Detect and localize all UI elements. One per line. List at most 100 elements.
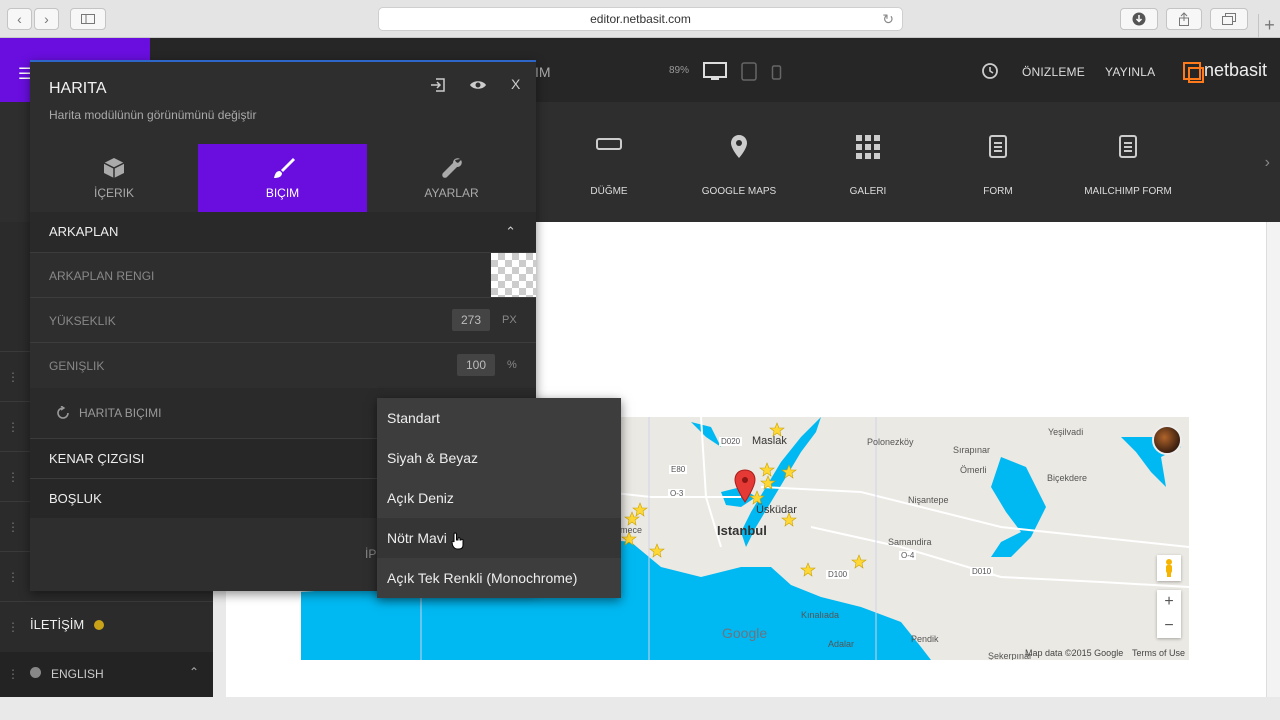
panel-subtitle: Harita modülünün görünümünü değiştir <box>49 108 257 122</box>
dropdown-option[interactable]: Açık Tek Renkli (Monochrome) <box>377 558 621 598</box>
mobile-icon[interactable] <box>771 62 783 82</box>
module-label: DÜĞME <box>590 186 628 197</box>
chevron-up-icon[interactable]: ⌃ <box>189 665 199 679</box>
browser-toolbar: ‹ › editor.netbasit.com ↻ + <box>0 0 1280 38</box>
netbasit-logo: netbasit <box>1183 60 1268 83</box>
dropdown-option[interactable]: Siyah & Beyaz <box>377 438 621 478</box>
drag-handle-icon[interactable]: ⋮ <box>7 620 19 634</box>
map-label: Samandira <box>888 537 932 547</box>
globe-icon <box>30 667 41 678</box>
tab-content[interactable]: İÇERIK <box>30 144 198 212</box>
wrench-icon <box>441 158 462 178</box>
map-label: mece <box>620 525 643 535</box>
forward-button[interactable]: › <box>34 8 59 30</box>
section-title: BOŞLUK <box>49 491 102 506</box>
road-label: O-4 <box>899 551 917 560</box>
bg-color-row: ARKAPLAN RENGI <box>30 252 536 298</box>
refresh-icon[interactable] <box>56 406 70 420</box>
page-title-fragment: IM <box>535 64 551 80</box>
preview-button[interactable]: ÖNIZLEME <box>1022 65 1085 79</box>
dropdown-option[interactable]: Nötr Mavi <box>377 518 621 558</box>
street-view-button[interactable] <box>1157 555 1181 581</box>
module-form[interactable]: FORM <box>938 102 1058 222</box>
map-label: Ömerli <box>960 465 987 475</box>
tabs-icon <box>1222 13 1236 25</box>
publish-button[interactable]: YAYINLA <box>1105 65 1155 79</box>
back-button[interactable]: ‹ <box>7 8 32 30</box>
canvas-scrollbar[interactable] <box>1266 222 1280 697</box>
road-label: E80 <box>669 465 688 474</box>
drag-handle-icon[interactable]: ⋮ <box>7 570 19 584</box>
color-swatch[interactable] <box>491 253 536 298</box>
dropdown-option[interactable]: Standart <box>377 398 621 438</box>
field-label: ARKAPLAN RENGI <box>49 269 155 283</box>
info-icon[interactable] <box>94 619 105 630</box>
module-mailchimp-form[interactable]: MAILCHIMP FORM <box>1068 102 1188 222</box>
brush-icon <box>273 158 295 178</box>
share-icon <box>1179 12 1189 26</box>
downloads-button[interactable] <box>1120 8 1158 30</box>
zoom-out-button[interactable]: − <box>1157 614 1181 638</box>
tabs-button[interactable] <box>1210 8 1248 30</box>
module-google-maps[interactable]: GOOGLE MAPS <box>679 102 799 222</box>
language-label: ENGLISH <box>51 667 104 681</box>
map-label: Pendik <box>911 634 939 644</box>
map-style-dropdown[interactable]: Standart Siyah & Beyaz Açık Deniz Nötr M… <box>377 398 621 598</box>
language-selector[interactable]: ⋮ ENGLISH ⌃ <box>0 652 213 697</box>
sign-in-icon[interactable] <box>430 77 446 93</box>
tab-settings[interactable]: AYARLAR <box>367 144 536 212</box>
zoom-level: 89% <box>669 65 690 76</box>
dropdown-option[interactable]: Açık Deniz <box>377 478 621 518</box>
section-title: KENAR ÇIZGISI <box>49 451 145 466</box>
sidebar-item-label: İLETİŞİM <box>30 617 105 632</box>
section-header[interactable]: ARKAPLAN ⌃ <box>30 212 536 252</box>
map-label: Istanbul <box>717 523 767 538</box>
eye-icon[interactable] <box>469 78 487 92</box>
drag-handle-icon[interactable]: ⋮ <box>7 420 19 434</box>
desktop-icon[interactable] <box>703 62 727 82</box>
reload-icon[interactable]: ↻ <box>882 11 894 28</box>
tablet-icon[interactable] <box>741 62 757 82</box>
tab-label: AYARLAR <box>424 186 479 200</box>
contact-label: İLETİŞİM <box>30 617 85 632</box>
logo-text: netbasit <box>1204 60 1268 80</box>
background-section[interactable]: ARKAPLAN ⌃ <box>30 212 536 252</box>
unit-label: PX <box>502 314 517 326</box>
new-tab-button[interactable]: + <box>1258 14 1280 38</box>
form-icon <box>989 135 1007 158</box>
box-icon <box>103 158 125 178</box>
map-label: Polonezköy <box>867 437 914 447</box>
module-button[interactable]: DÜĞME <box>549 102 669 222</box>
address-bar[interactable]: editor.netbasit.com ↻ <box>378 7 903 31</box>
drag-handle-icon[interactable]: ⋮ <box>7 470 19 484</box>
sidebar-toggle-button[interactable] <box>70 8 106 30</box>
chevron-right-icon[interactable]: › <box>1265 154 1270 172</box>
tab-format[interactable]: BIÇIM <box>198 144 367 212</box>
close-button[interactable]: X <box>511 76 520 92</box>
height-input[interactable]: 273 <box>452 309 490 331</box>
width-input[interactable]: 100 <box>457 354 495 376</box>
drag-handle-icon[interactable]: ⋮ <box>7 370 19 384</box>
road-label: O-3 <box>668 489 686 498</box>
field-label: HARITA BIÇIMI <box>79 406 162 420</box>
module-label: FORM <box>983 186 1013 197</box>
drag-handle-icon: ⋮ <box>7 667 19 681</box>
tab-label: BIÇIM <box>265 186 300 200</box>
drag-handle-icon[interactable]: ⋮ <box>7 520 19 534</box>
module-label: GOOGLE MAPS <box>701 186 777 197</box>
history-icon[interactable] <box>981 62 999 80</box>
share-button[interactable] <box>1166 8 1202 30</box>
panel-top-border <box>30 60 536 62</box>
terms-link[interactable]: Terms of Use <box>1132 648 1185 658</box>
sidebar-icon <box>81 14 95 24</box>
road-label: D020 <box>719 437 743 446</box>
zoom-control: + − <box>1157 590 1181 638</box>
logo-mark-icon <box>1183 61 1204 83</box>
module-gallery[interactable]: GALERI <box>808 102 928 222</box>
height-row: YÜKSEKLIK 273 PX <box>30 297 536 342</box>
chevron-up-icon[interactable]: ⌃ <box>505 212 516 252</box>
zoom-in-button[interactable]: + <box>1157 590 1181 614</box>
hand-cursor-icon <box>451 532 464 550</box>
form-icon <box>1119 135 1137 158</box>
unit-label: % <box>507 359 517 371</box>
